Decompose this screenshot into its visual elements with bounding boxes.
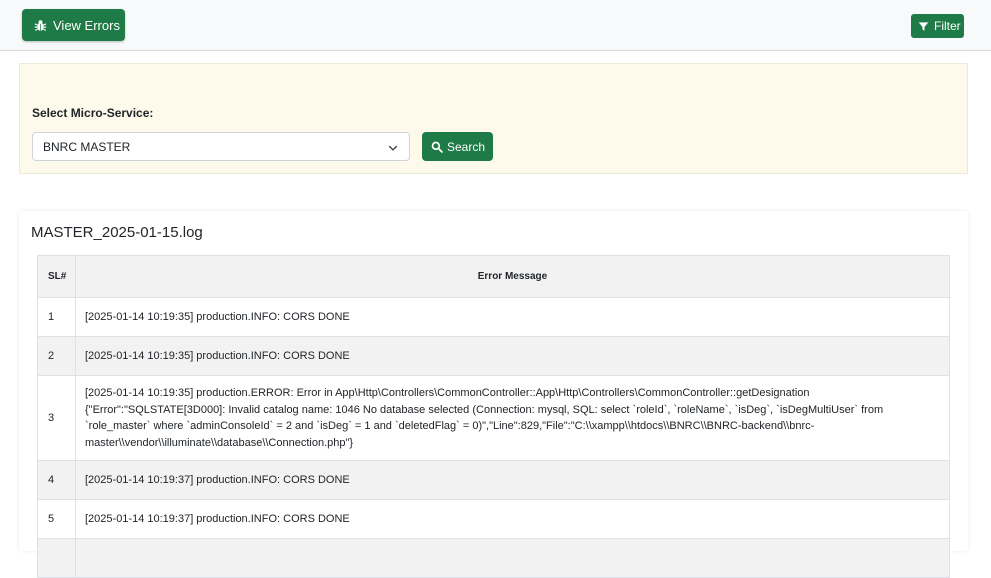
table-row: 3 [2025-01-14 10:19:35] production.ERROR…: [37, 375, 950, 461]
filter-label: Filter: [934, 19, 961, 33]
bug-icon: [34, 19, 53, 32]
row-error-message: [2025-01-14 10:19:37] production.INFO: C…: [75, 460, 950, 500]
log-card: MASTER_2025-01-15.log SL# Error Message …: [19, 211, 968, 578]
search-icon: [431, 141, 447, 153]
row-error-message: [2025-01-14 10:19:37] production.INFO: C…: [75, 499, 950, 539]
row-error-message: [2025-01-14 10:19:35] production.ERROR: …: [75, 375, 950, 461]
micro-service-selected-value: BNRC MASTER: [43, 139, 131, 154]
table-header-row: SL# Error Message: [37, 255, 950, 298]
micro-service-label: Select Micro-Service:: [32, 106, 154, 120]
row-error-message: [2025-01-14 10:19:35] production.INFO: C…: [75, 297, 950, 337]
row-sl: 4: [37, 460, 76, 500]
column-header-sl: SL#: [37, 255, 76, 298]
row-sl: 5: [37, 499, 76, 539]
log-file-title: MASTER_2025-01-15.log: [31, 224, 203, 241]
top-toolbar: View Errors Filter: [0, 0, 991, 51]
row-error-message: [75, 538, 950, 578]
view-errors-label: View Errors: [53, 17, 120, 33]
column-header-error-message: Error Message: [75, 255, 950, 298]
table-row: [37, 538, 950, 578]
filter-icon: [918, 21, 934, 32]
table-row: 4 [2025-01-14 10:19:37] production.INFO:…: [37, 460, 950, 500]
row-sl: 3: [37, 375, 76, 461]
table-row: 5 [2025-01-14 10:19:37] production.INFO:…: [37, 499, 950, 539]
filter-panel: Select Micro-Service: BNRC MASTER Search: [19, 63, 968, 174]
filter-button[interactable]: Filter: [911, 14, 964, 38]
search-button[interactable]: Search: [422, 132, 493, 161]
chevron-down-icon: [388, 142, 398, 156]
view-errors-button[interactable]: View Errors: [22, 9, 125, 41]
error-log-table: SL# Error Message 1 [2025-01-14 10:19:35…: [37, 255, 950, 578]
table-row: 1 [2025-01-14 10:19:35] production.INFO:…: [37, 297, 950, 337]
micro-service-select[interactable]: BNRC MASTER: [32, 132, 410, 161]
search-label: Search: [447, 139, 486, 154]
row-error-message: [2025-01-14 10:19:35] production.INFO: C…: [75, 336, 950, 376]
row-sl: 1: [37, 297, 76, 337]
table-row: 2 [2025-01-14 10:19:35] production.INFO:…: [37, 336, 950, 376]
row-sl: [37, 538, 76, 578]
row-sl: 2: [37, 336, 76, 376]
